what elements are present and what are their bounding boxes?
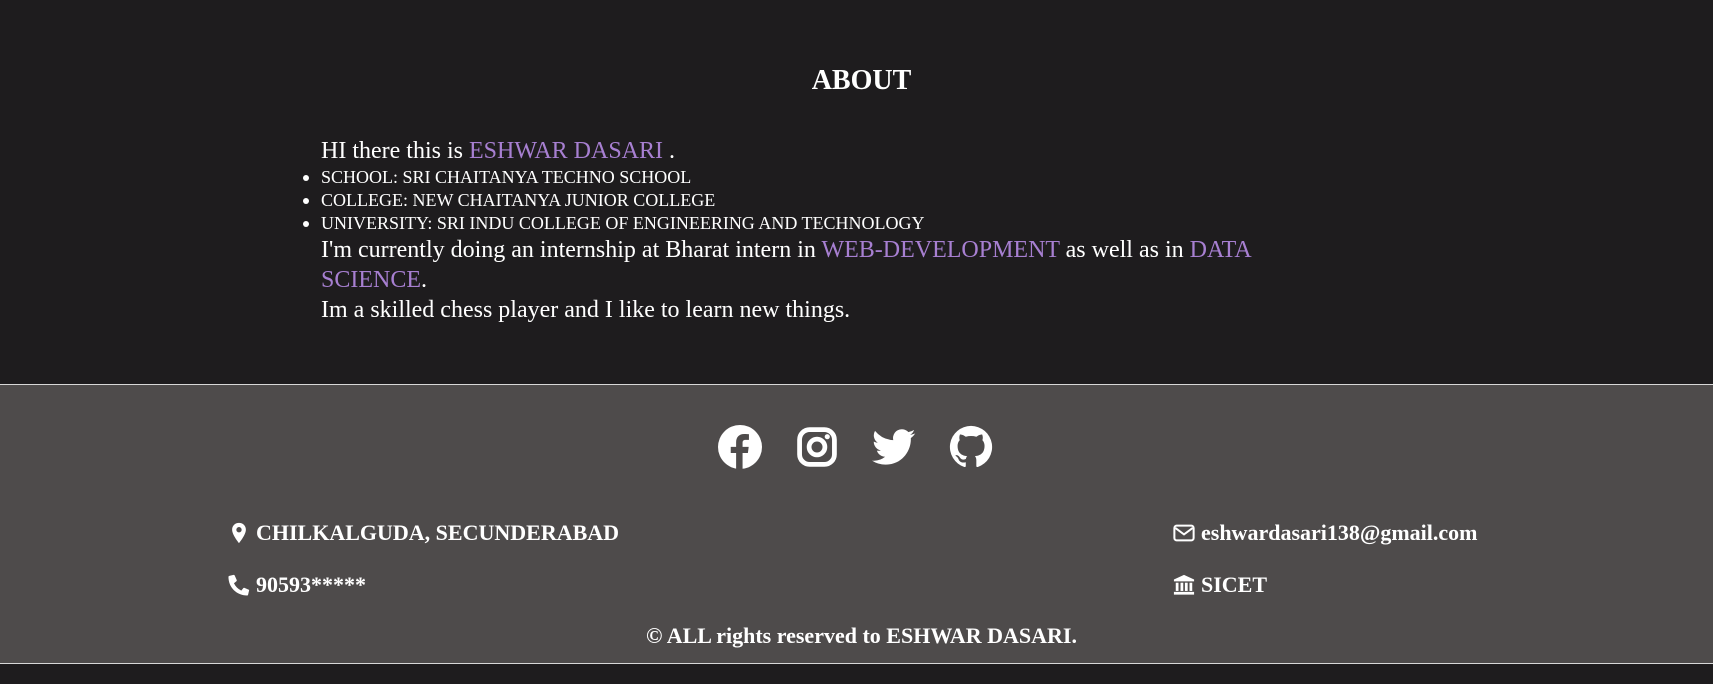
education-list: SCHOOL: SRI CHAITANYA TECHNO SCHOOL COLL… [303,166,1341,235]
internship-prefix: I'm currently doing an internship at Bha… [321,237,822,263]
map-marker-icon [228,522,250,544]
intro-suffix: . [663,138,675,164]
internship-field-web: WEB-DEVELOPMENT [821,237,1060,263]
email-info: eshwardasari138@gmail.com [1173,520,1478,546]
facebook-link[interactable] [718,425,762,469]
intro-name: ESHWAR DASARI [468,138,663,164]
github-link[interactable] [949,425,993,469]
instagram-link[interactable] [795,425,839,469]
twitter-icon [872,429,916,465]
phone-info: 90593***** [228,572,366,598]
email-text[interactable]: eshwardasari138@gmail.com [1201,520,1478,546]
footer: CHILKALGUDA, SECUNDERABAD 90593***** esh… [0,385,1713,663]
github-icon [949,425,993,468]
instagram-icon [797,427,837,467]
internship-middle: as well as in [1059,237,1190,263]
list-item-school: SCHOOL: SRI CHAITANYA TECHNO SCHOOL [303,166,1341,189]
internship-text: I'm currently doing an internship at Bha… [321,235,1341,295]
about-title: ABOUT [811,65,912,96]
phone-icon [228,574,250,596]
intro-text: HI there this is ESHWAR DASARI . [321,136,1341,166]
list-item-university: UNIVERSITY: SRI INDU COLLEGE OF ENGINEER… [303,212,1341,235]
twitter-link[interactable] [872,425,916,469]
location-text: CHILKALGUDA, SECUNDERABAD [256,520,620,545]
university-icon [1173,574,1195,596]
copyright-text: © ALL rights reserved to ESHWAR DASARI. [646,623,1077,648]
institution-text: SICET [1201,572,1268,597]
about-section: ABOUT HI there this is ESHWAR DASARI . S… [0,0,1713,384]
facebook-icon [718,425,762,469]
intro-prefix: HI there this is [321,138,469,164]
phone-text: 90593***** [256,572,366,597]
about-content: HI there this is ESHWAR DASARI . SCHOOL:… [303,136,1341,325]
social-links [718,425,993,469]
footer-bottom-divider [0,663,1713,664]
internship-suffix: . [421,267,428,293]
institution-info: SICET [1173,572,1267,598]
envelope-icon [1173,522,1195,544]
hobby-text: Im a skilled chess player and I like to … [321,297,851,323]
list-item-college: COLLEGE: NEW CHAITANYA JUNIOR COLLEGE [303,189,1341,212]
location-info: CHILKALGUDA, SECUNDERABAD [228,520,619,546]
